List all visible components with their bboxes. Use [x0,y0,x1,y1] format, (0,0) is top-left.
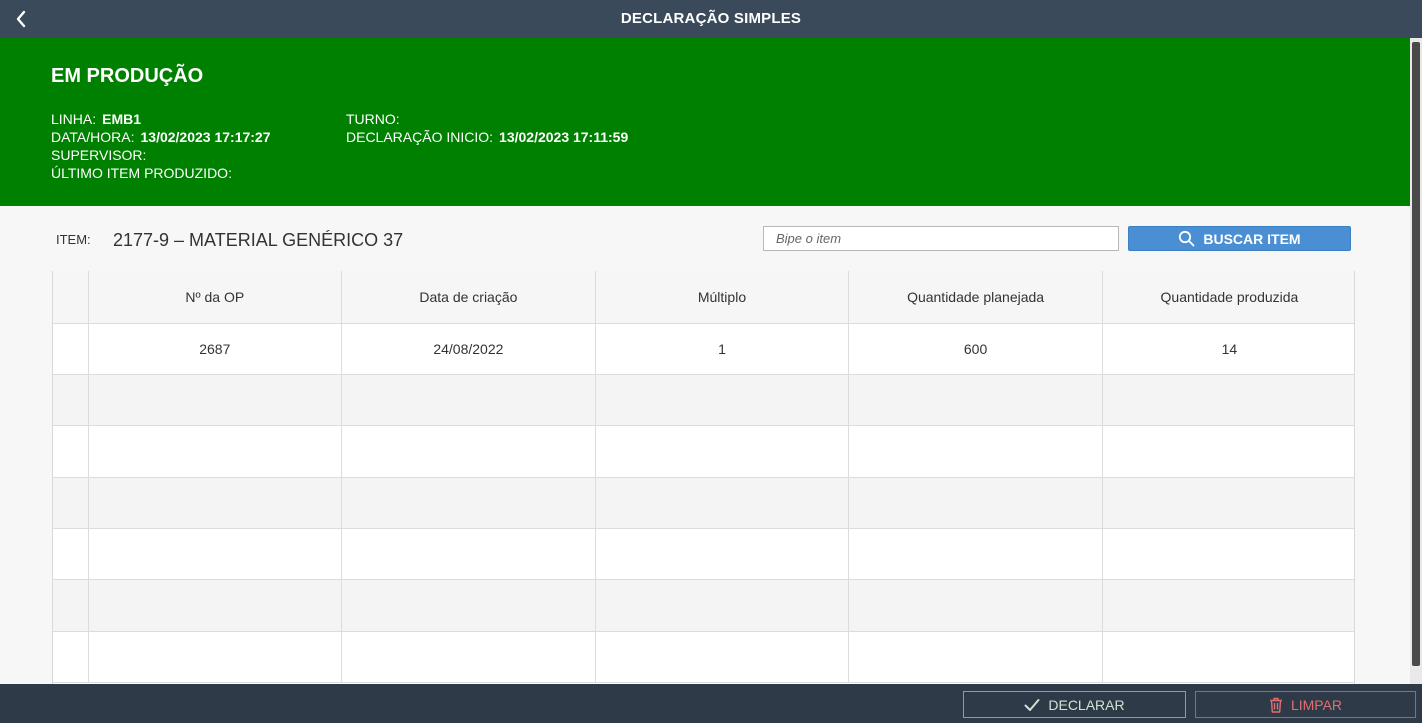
declaracao-inicio-row: DECLARAÇÃO INICIO: 13/02/2023 17:11:59 [346,128,628,146]
cell-qtd-planejada [848,579,1103,632]
table-row[interactable] [53,631,1354,684]
table-row[interactable]: 2687 24/08/2022 1 600 14 [53,323,1354,375]
table-row[interactable] [53,477,1354,530]
vertical-scrollbar[interactable] [1410,38,1422,684]
row-select-cell[interactable] [53,374,89,427]
table-row[interactable] [53,425,1354,478]
cell-data-criacao [341,528,596,581]
page-title: DECLARAÇÃO SIMPLES [620,10,802,27]
table-row[interactable] [53,579,1354,632]
cell-op [88,631,343,684]
row-select-cell[interactable] [53,528,89,581]
table-header-row: Nº da OP Data de criação Múltiplo Quanti… [53,271,1354,324]
cell-qtd-planejada [848,528,1103,581]
cell-qtd-planejada: 600 [848,323,1103,375]
turno-row: TURNO: [346,110,400,128]
cell-multiplo [595,374,850,427]
cell-data-criacao [341,477,596,530]
status-label: EM PRODUÇÃO [51,65,204,87]
cell-data-criacao [341,631,596,684]
column-header-data-criacao[interactable]: Data de criação [341,271,596,324]
buscar-item-label: BUSCAR ITEM [1203,230,1301,247]
cell-qtd-planejada [848,374,1103,427]
datahora-value: 13/02/2023 17:17:27 [140,129,271,145]
cell-qtd-produzida [1102,528,1354,581]
row-select-cell[interactable] [53,631,89,684]
supervisor-label: SUPERVISOR: [51,147,147,163]
cell-data-criacao [341,579,596,632]
table-row[interactable] [53,374,1354,427]
ultimo-item-label: ÚLTIMO ITEM PRODUZIDO: [51,165,232,181]
cell-qtd-produzida [1102,477,1354,530]
op-table: Nº da OP Data de criação Múltiplo Quanti… [52,271,1355,684]
row-select-cell[interactable] [53,323,89,375]
cell-multiplo [595,425,850,478]
table-row[interactable] [53,528,1354,581]
turno-label: TURNO: [346,111,400,127]
cell-multiplo: 1 [595,323,850,375]
search-icon [1179,230,1195,247]
cell-op [88,425,343,478]
cell-data-criacao: 24/08/2022 [341,323,596,375]
linha-row: LINHA: EMB1 [51,110,141,128]
item-value: 2177-9 – MATERIAL GENÉRICO 37 [113,230,404,250]
buscar-item-button[interactable]: BUSCAR ITEM [1128,226,1351,251]
column-header-qtd-produzida[interactable]: Quantidade produzida [1102,271,1354,324]
column-header-multiplo[interactable]: Múltiplo [595,271,850,324]
cell-op [88,528,343,581]
column-header-qtd-planejada[interactable]: Quantidade planejada [848,271,1103,324]
top-bar: DECLARAÇÃO SIMPLES [0,0,1422,38]
datahora-row: DATA/HORA: 13/02/2023 17:17:27 [51,128,271,146]
item-label: ITEM: [56,232,91,247]
linha-label: LINHA: [51,111,97,127]
declaracao-inicio-label: DECLARAÇÃO INICIO: [346,129,494,145]
item-search-input[interactable] [763,226,1119,251]
row-select-cell[interactable] [53,477,89,530]
cell-data-criacao [341,374,596,427]
cell-multiplo [595,477,850,530]
row-select-cell[interactable] [53,425,89,478]
ultimo-item-row: ÚLTIMO ITEM PRODUZIDO: [51,164,232,182]
cell-qtd-planejada [848,477,1103,530]
datahora-label: DATA/HORA: [51,129,135,145]
trash-icon [1269,697,1282,713]
cell-op [88,579,343,632]
select-column-header [53,271,89,324]
declaracao-inicio-value: 13/02/2023 17:11:59 [499,129,629,145]
cell-qtd-produzida [1102,631,1354,684]
cell-qtd-produzida [1102,374,1354,427]
cell-qtd-produzida [1102,579,1354,632]
checkmark-icon [1024,698,1040,711]
row-select-cell[interactable] [53,579,89,632]
cell-data-criacao [341,425,596,478]
cell-multiplo [595,631,850,684]
supervisor-row: SUPERVISOR: [51,146,146,164]
cell-op [88,374,343,427]
linha-value: EMB1 [102,111,142,127]
cell-qtd-planejada [848,631,1103,684]
declarar-button[interactable]: DECLARAR [963,691,1186,718]
cell-qtd-produzida [1102,425,1354,478]
limpar-label: LIMPAR [1290,696,1343,713]
column-header-op[interactable]: Nº da OP [88,271,343,324]
cell-op: 2687 [88,323,343,375]
cell-qtd-planejada [848,425,1103,478]
status-banner: EM PRODUÇÃO LINHA: EMB1 DATA/HORA: 13/02/2… [0,38,1410,206]
scrollbar-thumb[interactable] [1412,42,1420,666]
cell-multiplo [595,579,850,632]
bottom-bar: DECLARAR LIMPAR [0,684,1422,723]
cell-multiplo [595,528,850,581]
cell-op [88,477,343,530]
limpar-button[interactable]: LIMPAR [1195,691,1416,718]
declarar-label: DECLARAR [1048,696,1125,713]
cell-qtd-produzida: 14 [1102,323,1354,375]
